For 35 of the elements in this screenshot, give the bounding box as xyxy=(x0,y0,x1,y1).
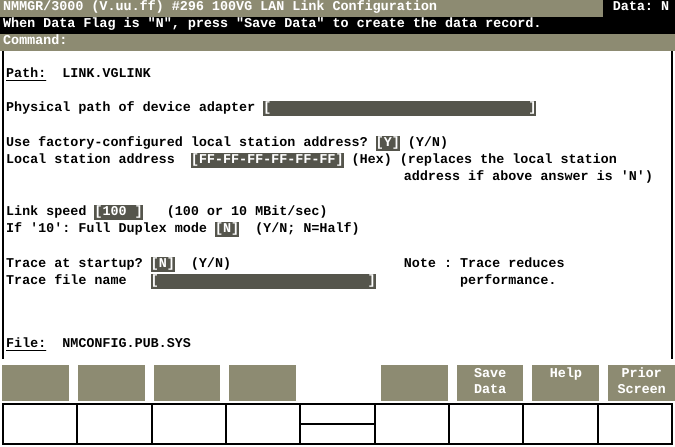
input-field[interactable]: [ ] xyxy=(150,274,376,289)
label-text: Trace at startup? xyxy=(6,257,144,272)
label-text: Physical path of device adapter xyxy=(6,101,256,116)
input-field[interactable]: [N] xyxy=(150,257,175,272)
label-text: performance. xyxy=(459,274,556,289)
label-text: Use factory-configured local station address? xyxy=(6,136,369,151)
input-field[interactable]: [ ] xyxy=(263,101,536,116)
path-label: Path: xyxy=(6,67,46,83)
command-label: Command: xyxy=(3,34,68,49)
input-field[interactable]: [Y] xyxy=(376,136,400,151)
input-field[interactable]: [100 ] xyxy=(94,205,143,220)
label-text: (100 or 10 MBit/sec) xyxy=(166,205,328,220)
label-text: Trace file name xyxy=(6,274,128,289)
label-text: (Y/N) xyxy=(190,257,232,272)
label-text: (Hex) (replaces the local station xyxy=(350,153,617,168)
function-key[interactable] xyxy=(154,365,220,401)
data-flag-text: Data: N xyxy=(612,0,670,17)
input-field[interactable]: [FF-FF-FF-FF-FF-FF] xyxy=(190,153,344,168)
function-key[interactable] xyxy=(78,365,145,401)
screen-title: NMMGR/3000 (V.uu.ff) #296 100VG LAN Link Configuration xyxy=(0,0,603,17)
label-text: (Y/N) xyxy=(406,136,448,151)
function-key[interactable] xyxy=(2,365,69,401)
label-text: Link speed xyxy=(6,205,88,220)
path-value: LINK.VGLINK xyxy=(62,67,151,83)
label-text: If '10': Full Duplex mode xyxy=(6,222,208,237)
function-key[interactable] xyxy=(380,365,448,401)
file-label: File: xyxy=(6,337,46,353)
label-text: address if above answer is 'N') xyxy=(404,170,653,185)
label-text: (Y/N; N=Half) xyxy=(254,222,360,237)
label-text: Note : Trace reduces xyxy=(404,257,564,272)
input-field[interactable]: [N] xyxy=(214,222,240,237)
label-text: Local station address xyxy=(6,153,176,168)
function-key[interactable] xyxy=(229,365,296,401)
file-value: NMCONFIG.PUB.SYS xyxy=(62,337,191,353)
message-text: When Data Flag is "N", press "Save Data" to create the data record. xyxy=(0,17,675,34)
